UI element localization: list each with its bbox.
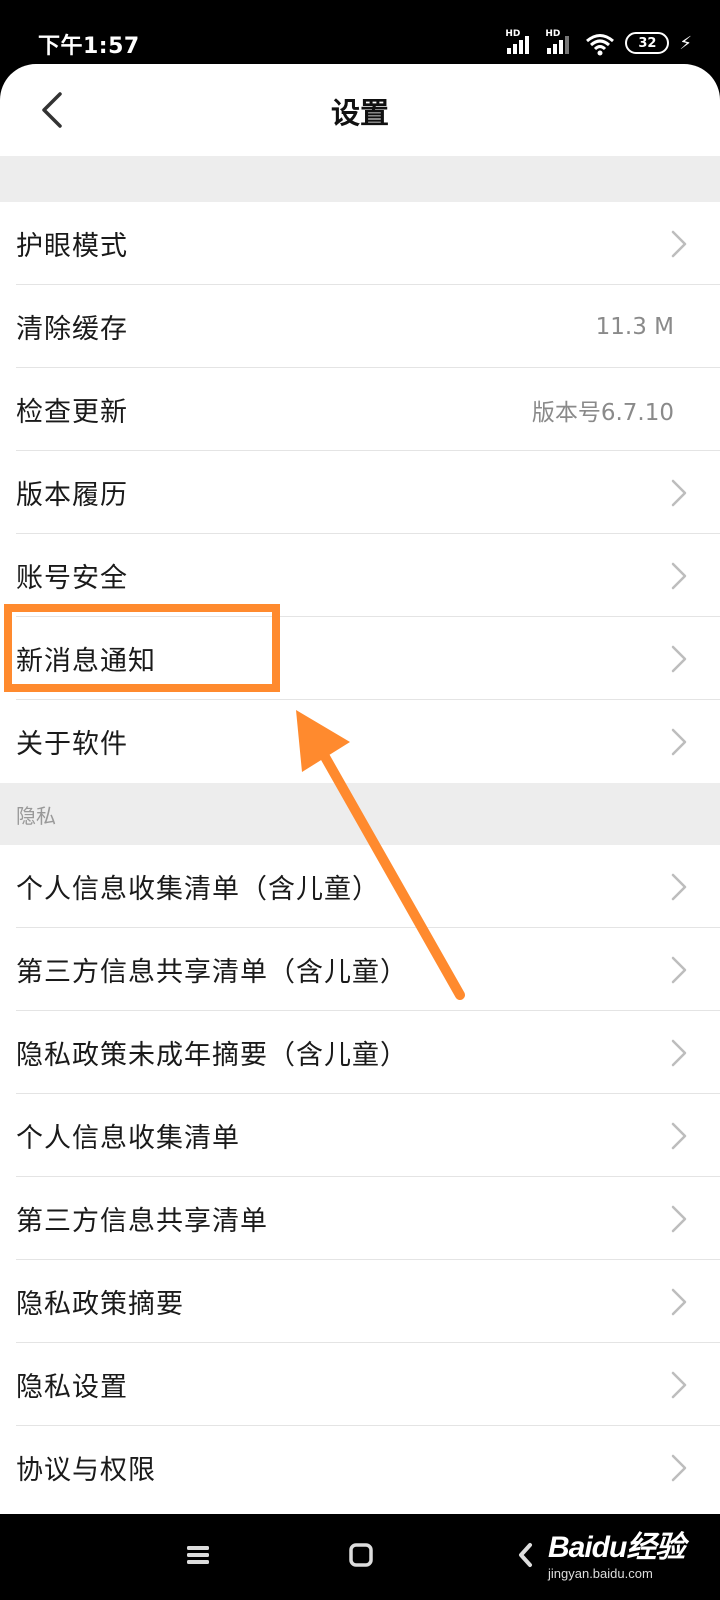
signal-icon: HD bbox=[545, 29, 575, 56]
privacy-section-header: 隐私 bbox=[0, 783, 720, 845]
privacy-item[interactable]: 协议与权限 bbox=[0, 1426, 720, 1509]
setting-clear-cache[interactable]: 清除缓存 11.3 M bbox=[0, 285, 720, 368]
privacy-item[interactable]: 第三方信息共享清单 bbox=[0, 1177, 720, 1260]
cache-size-value: 11.3 M bbox=[595, 313, 674, 340]
privacy-item[interactable]: 隐私设置 bbox=[0, 1343, 720, 1426]
watermark-logo: Baidu经验 bbox=[548, 1531, 685, 1564]
version-value: 版本号6.7.10 bbox=[531, 399, 674, 426]
status-time: 下午1:57 bbox=[38, 34, 140, 59]
charging-icon: ⚡ bbox=[679, 33, 692, 54]
chevron-right-icon bbox=[671, 1122, 687, 1149]
general-settings-list: 护眼模式 清除缓存 11.3 M 检查更新 版本号6.7.10 版本履历 账号安… bbox=[0, 202, 720, 783]
setting-check-update[interactable]: 检查更新 版本号6.7.10 bbox=[0, 368, 720, 451]
row-label: 清除缓存 bbox=[16, 314, 128, 345]
row-label: 协议与权限 bbox=[16, 1455, 156, 1486]
signal-icon: HD bbox=[505, 29, 535, 56]
row-label: 账号安全 bbox=[16, 563, 128, 594]
setting-about-software[interactable]: 关于软件 bbox=[0, 700, 720, 783]
setting-version-history[interactable]: 版本履历 bbox=[0, 451, 720, 534]
row-label: 关于软件 bbox=[16, 729, 128, 760]
chevron-right-icon bbox=[671, 1454, 687, 1481]
status-bar: 下午1:57 HD HD 32 ⚡ bbox=[0, 0, 720, 64]
row-label: 护眼模式 bbox=[16, 231, 128, 262]
chevron-right-icon bbox=[671, 562, 687, 589]
chevron-right-icon bbox=[671, 1288, 687, 1315]
page-title: 设置 bbox=[330, 96, 389, 130]
row-label: 新消息通知 bbox=[16, 646, 156, 677]
row-label: 版本履历 bbox=[16, 480, 128, 511]
navigation-bar: Baidu经验 jingyan.baidu.com bbox=[0, 1514, 720, 1600]
network-type-label: HD bbox=[545, 29, 561, 39]
settings-screen: 设置 护眼模式 清除缓存 11.3 M 检查更新 版本号6.7.10 版本履历 … bbox=[0, 64, 720, 1514]
menu-icon[interactable] bbox=[186, 1544, 210, 1566]
chevron-right-icon bbox=[671, 728, 687, 755]
wifi-icon bbox=[586, 34, 615, 56]
row-label: 个人信息收集清单 bbox=[16, 1123, 240, 1154]
header: 设置 bbox=[0, 64, 720, 156]
watermark-url: jingyan.baidu.com bbox=[548, 1566, 653, 1581]
chevron-right-icon bbox=[671, 1205, 687, 1232]
chevron-right-icon bbox=[671, 479, 687, 506]
home-icon[interactable] bbox=[349, 1543, 373, 1567]
section-divider bbox=[0, 156, 720, 202]
row-label: 隐私设置 bbox=[16, 1372, 128, 1403]
privacy-item[interactable]: 个人信息收集清单 bbox=[0, 1094, 720, 1177]
setting-account-security[interactable]: 账号安全 bbox=[0, 534, 720, 617]
privacy-item[interactable]: 隐私政策未成年摘要（含儿童） bbox=[0, 1011, 720, 1094]
privacy-settings-list: 个人信息收集清单（含儿童） 第三方信息共享清单（含儿童） 隐私政策未成年摘要（含… bbox=[0, 845, 720, 1509]
privacy-item[interactable]: 第三方信息共享清单（含儿童） bbox=[0, 928, 720, 1011]
watermark: Baidu经验 jingyan.baidu.com bbox=[548, 1522, 685, 1581]
section-label: 隐私 bbox=[16, 803, 56, 828]
row-label: 隐私政策未成年摘要（含儿童） bbox=[16, 1040, 408, 1071]
row-label: 个人信息收集清单（含儿童） bbox=[16, 874, 380, 905]
chevron-right-icon bbox=[671, 230, 687, 257]
chevron-right-icon bbox=[671, 1039, 687, 1066]
status-icons: HD HD 32 ⚡ bbox=[505, 28, 692, 56]
row-label: 第三方信息共享清单（含儿童） bbox=[16, 957, 408, 988]
chevron-right-icon bbox=[671, 1371, 687, 1398]
battery-icon: 32 bbox=[625, 32, 670, 54]
chevron-right-icon bbox=[671, 956, 687, 983]
chevron-right-icon bbox=[671, 645, 687, 672]
network-type-label: HD bbox=[505, 29, 521, 39]
privacy-item[interactable]: 隐私政策摘要 bbox=[0, 1260, 720, 1343]
row-label: 第三方信息共享清单 bbox=[16, 1206, 268, 1237]
back-icon[interactable] bbox=[517, 1542, 533, 1568]
chevron-right-icon bbox=[671, 873, 687, 900]
row-label: 隐私政策摘要 bbox=[16, 1289, 184, 1320]
setting-eye-care-mode[interactable]: 护眼模式 bbox=[0, 202, 720, 285]
privacy-item[interactable]: 个人信息收集清单（含儿童） bbox=[0, 845, 720, 928]
row-label: 检查更新 bbox=[16, 397, 128, 428]
setting-new-message-notification[interactable]: 新消息通知 bbox=[0, 617, 720, 700]
